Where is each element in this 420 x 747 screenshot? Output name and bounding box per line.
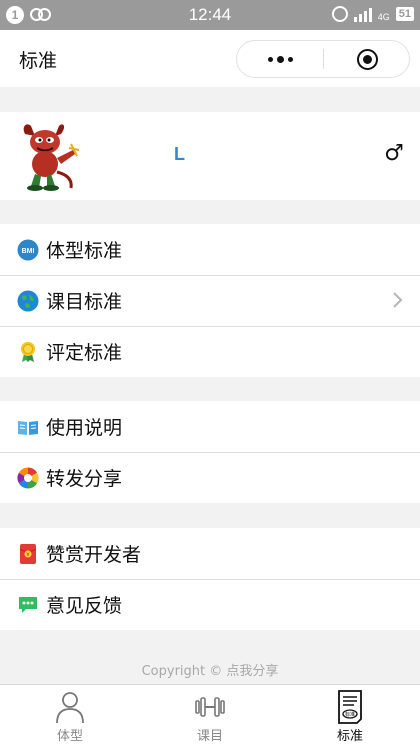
battery-icon: 51 (395, 7, 414, 21)
menu-item-label: 课目标准 (46, 291, 123, 313)
tab-label: 体型 (56, 729, 83, 744)
red-envelope-icon (17, 543, 39, 565)
tab-body-type[interactable]: 体型 (0, 685, 140, 747)
tab-standards[interactable]: 标准 标准 (280, 685, 420, 747)
menu-item-label: 评定标准 (46, 342, 123, 364)
mini-program-capsule (236, 40, 410, 78)
chat-icon (17, 594, 39, 616)
menu-item-rating-standard[interactable]: 评定标准 (0, 326, 420, 377)
menu-item-instructions[interactable]: 使用说明 (0, 401, 420, 452)
dot-icon (276, 55, 284, 63)
dumbbell-icon (195, 697, 225, 717)
signal-4g-icon: 4G (378, 7, 390, 22)
menu-group-help: 使用说明 转发分享 (0, 401, 420, 503)
medal-icon (17, 341, 39, 363)
tab-subjects[interactable]: 课目 (140, 685, 280, 747)
book-icon (17, 416, 39, 438)
tab-label: 标准 (336, 729, 363, 744)
globe-icon (17, 290, 39, 312)
bmi-icon-text: BMI (22, 248, 35, 255)
avatar (23, 124, 80, 191)
menu-item-body-standard[interactable]: BMI 体型标准 (0, 224, 420, 275)
menu-group-support: 赞赏开发者 意见反馈 (0, 528, 420, 630)
copyright-text: Copyright © 点我分享 (141, 664, 279, 679)
menu-group-standards: BMI 体型标准 课目标准 评定标准 (0, 224, 420, 377)
menu-item-label: 使用说明 (46, 417, 123, 439)
menu-item-reward-developer[interactable]: 赞赏开发者 (0, 528, 420, 579)
person-icon (56, 692, 84, 724)
profile-card[interactable]: L ♂ (0, 112, 420, 200)
chevron-right-icon (393, 292, 403, 308)
menu-item-feedback[interactable]: 意见反馈 (0, 579, 420, 630)
menu-item-subject-standard[interactable]: 课目标准 (0, 275, 420, 326)
menu-item-label: 赞赏开发者 (46, 544, 142, 566)
close-mini-program-button[interactable] (324, 41, 410, 77)
menu-item-share[interactable]: 转发分享 (0, 452, 420, 503)
menu-item-label: 转发分享 (46, 468, 123, 490)
doc-icon-text: 标准 (345, 711, 355, 718)
status-bar: 1 12:44 4G 51 (0, 0, 420, 30)
alarm-icon (331, 6, 348, 22)
signal-icon (353, 7, 372, 22)
navigation-bar: 标准 (0, 30, 420, 87)
standard-doc-icon: 标准 (338, 690, 362, 724)
dot-icon (267, 56, 273, 62)
more-options-button[interactable] (237, 41, 323, 77)
bmi-icon: BMI (17, 239, 39, 261)
target-icon (356, 48, 378, 70)
male-gender-icon: ♂ (384, 141, 404, 166)
tab-label: 课目 (196, 729, 223, 744)
menu-item-label: 体型标准 (46, 240, 123, 262)
username: L (174, 144, 185, 164)
menu-item-label: 意见反馈 (46, 595, 123, 617)
tab-bar: 体型 课目 标准 标准 (0, 684, 420, 747)
page-title: 标准 (19, 50, 58, 72)
dot-icon (287, 56, 293, 62)
network-type: 4G (377, 11, 390, 22)
share-icon (17, 467, 39, 489)
